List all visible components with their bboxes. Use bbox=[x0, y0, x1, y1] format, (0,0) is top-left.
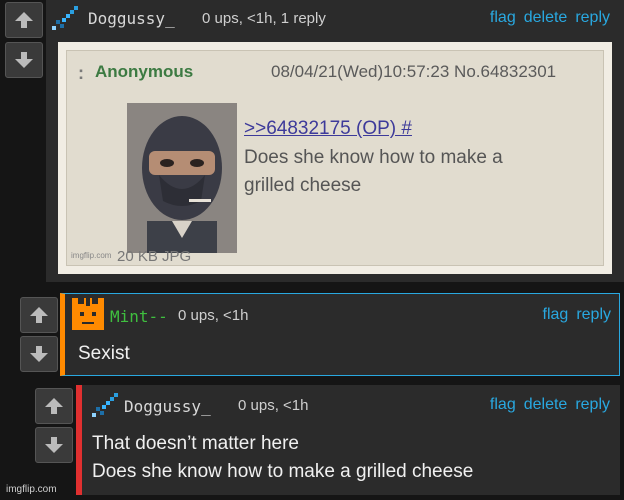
upvote-button[interactable] bbox=[20, 297, 58, 333]
arrow-up-icon bbox=[15, 12, 33, 28]
downvote-button[interactable] bbox=[35, 427, 73, 463]
comment-text-line-1: That doesn’t matter here bbox=[92, 433, 299, 454]
orange-cat-avatar[interactable] bbox=[72, 298, 104, 335]
flag-link[interactable]: flag bbox=[490, 396, 516, 414]
comment-3: Doggussy_ 0 ups, <1h flag delete reply T… bbox=[76, 385, 620, 495]
username[interactable]: Mint-- bbox=[110, 307, 168, 326]
arrow-down-icon bbox=[30, 346, 48, 362]
post-text-line-2: grilled cheese bbox=[244, 175, 362, 196]
upvote-button[interactable] bbox=[5, 2, 43, 38]
post-datetime: 08/04/21(Wed)10:57:23 No.64832301 bbox=[271, 62, 557, 81]
upvote-button[interactable] bbox=[35, 388, 73, 424]
comment-text-line-2: Does she know how to make a grilled chee… bbox=[92, 461, 474, 482]
username[interactable]: Doggussy_ bbox=[88, 9, 175, 28]
imgflip-watermark: imgflip.com bbox=[6, 484, 57, 495]
comment-text: Sexist bbox=[78, 343, 130, 364]
pixel-sword-avatar[interactable] bbox=[50, 4, 80, 37]
comment-2: Mint-- 0 ups, <1h flag reply Sexist bbox=[60, 293, 620, 376]
pixel-sword-icon bbox=[92, 393, 118, 417]
downvote-button[interactable] bbox=[20, 336, 58, 372]
masked-spy-image bbox=[127, 103, 237, 253]
delete-link[interactable]: delete bbox=[524, 396, 568, 414]
post-menu-dots: : bbox=[78, 63, 84, 83]
arrow-up-icon bbox=[45, 398, 63, 414]
pixel-sword-avatar[interactable] bbox=[90, 391, 120, 424]
arrow-down-icon bbox=[15, 52, 33, 68]
reply-link[interactable]: reply bbox=[576, 306, 611, 324]
file-info: 20 KB JPG bbox=[117, 248, 192, 265]
flag-link[interactable]: flag bbox=[543, 306, 569, 324]
op-reply-link: >>64832175 (OP) # bbox=[244, 118, 412, 139]
imageboard-post: : Anonymous 08/04/21(Wed)10:57:23 No.648… bbox=[66, 50, 604, 266]
reply-link[interactable]: reply bbox=[575, 396, 610, 414]
comment-actions: flag delete reply bbox=[490, 396, 610, 414]
spy-thumbnail bbox=[127, 103, 237, 253]
downvote-button[interactable] bbox=[5, 42, 43, 78]
orange-cat-icon bbox=[72, 298, 104, 330]
username[interactable]: Doggussy_ bbox=[124, 397, 211, 416]
arrow-up-icon bbox=[30, 307, 48, 323]
pixel-sword-icon bbox=[52, 6, 78, 30]
arrow-down-icon bbox=[45, 437, 63, 453]
delete-link[interactable]: delete bbox=[524, 9, 568, 27]
comment-meta: 0 ups, <1h bbox=[178, 307, 249, 324]
post-text-line-1: Does she know how to make a bbox=[244, 147, 503, 168]
reply-link[interactable]: reply bbox=[575, 9, 610, 27]
comment-1: Doggussy_ 0 ups, <1h, 1 reply flag delet… bbox=[46, 0, 624, 282]
comment-meta: 0 ups, <1h bbox=[238, 397, 309, 414]
thumbnail-watermark: imgflip.com bbox=[71, 251, 112, 260]
comment-meta: 0 ups, <1h, 1 reply bbox=[202, 10, 326, 27]
comment-actions: flag delete reply bbox=[490, 9, 610, 27]
comment-actions: flag reply bbox=[543, 306, 611, 324]
comment-image[interactable]: : Anonymous 08/04/21(Wed)10:57:23 No.648… bbox=[58, 42, 612, 274]
flag-link[interactable]: flag bbox=[490, 9, 516, 27]
poster-name: Anonymous bbox=[95, 62, 194, 81]
